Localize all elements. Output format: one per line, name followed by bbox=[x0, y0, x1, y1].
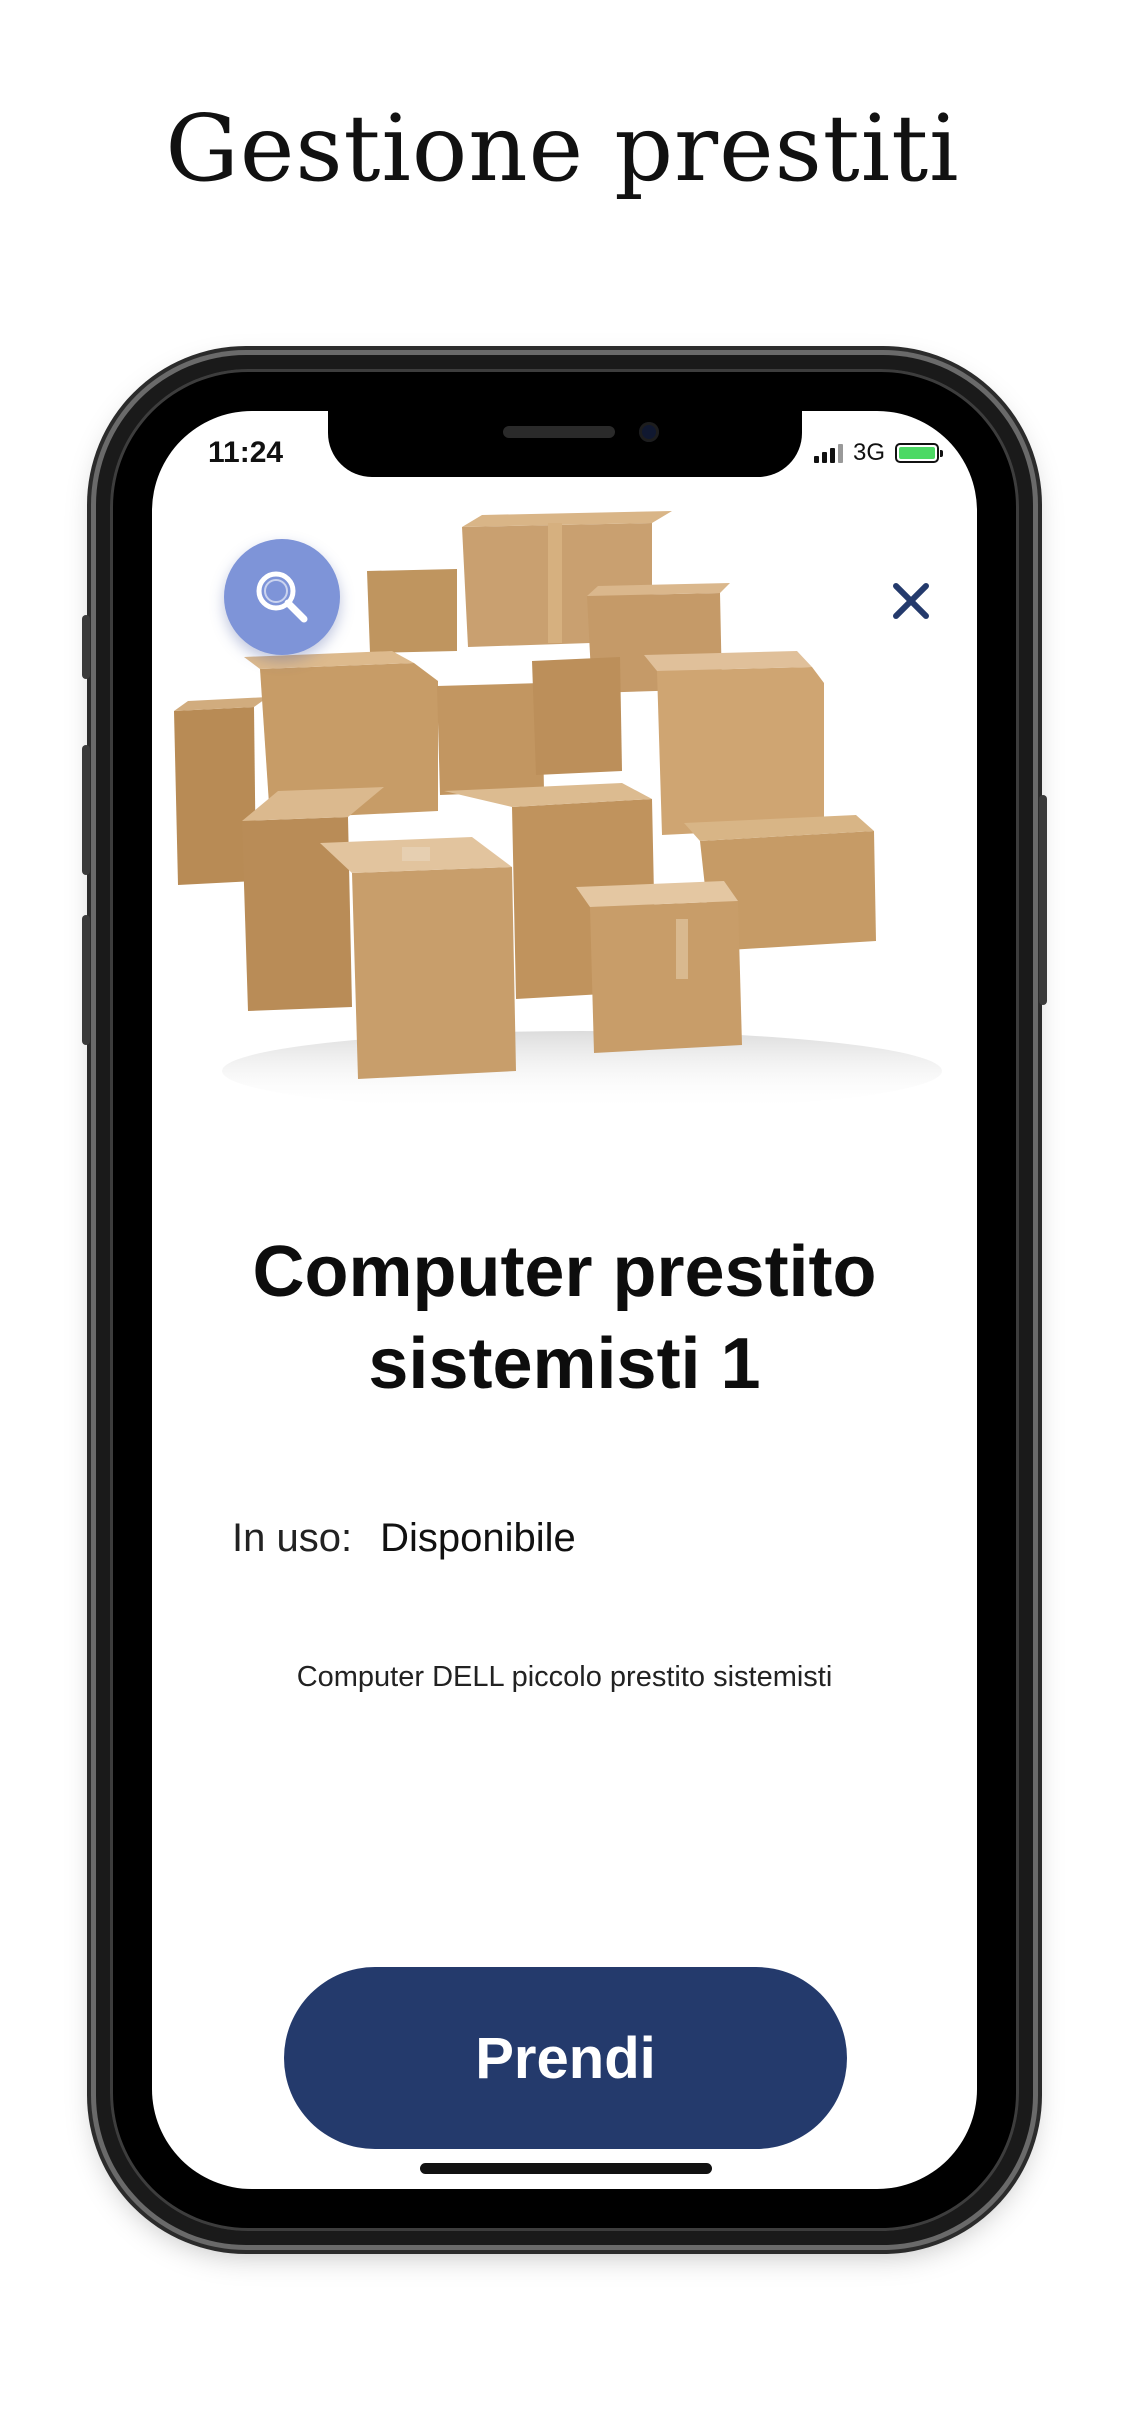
usage-status: In uso: Disponibile bbox=[232, 1516, 576, 1561]
status-indicators: 3G bbox=[813, 439, 943, 467]
close-button[interactable] bbox=[871, 561, 951, 641]
status-time: 11:24 bbox=[208, 436, 284, 469]
usage-value: Disponibile bbox=[380, 1516, 576, 1560]
notch bbox=[328, 411, 802, 477]
battery-icon bbox=[895, 443, 943, 463]
home-indicator[interactable] bbox=[420, 2163, 712, 2174]
usage-label: In uso: bbox=[232, 1516, 353, 1560]
silent-switch bbox=[82, 615, 90, 679]
close-icon bbox=[893, 583, 929, 619]
app-screen: 11:24 3G Computer prestito sistemisti 1 … bbox=[152, 411, 977, 2189]
power-button bbox=[1039, 795, 1047, 1005]
volume-up-button bbox=[82, 745, 90, 875]
search-button[interactable] bbox=[224, 539, 340, 655]
item-title: Computer prestito sistemisti 1 bbox=[152, 1226, 977, 1410]
take-button[interactable]: Prendi bbox=[284, 1967, 847, 2149]
search-icon bbox=[256, 571, 308, 623]
promo-title: Gestione prestiti bbox=[165, 95, 960, 202]
speaker bbox=[503, 426, 615, 438]
phone-frame: 11:24 3G Computer prestito sistemisti 1 … bbox=[82, 355, 1047, 2245]
signal-icon bbox=[813, 443, 843, 463]
item-description: Computer DELL piccolo prestito sistemist… bbox=[296, 1661, 833, 1693]
item-title-line-1: Computer prestito bbox=[252, 1232, 877, 1312]
network-type: 3G bbox=[852, 439, 885, 466]
item-title-line-2: sistemisti 1 bbox=[368, 1324, 761, 1404]
front-camera bbox=[639, 422, 659, 442]
volume-down-button bbox=[82, 915, 90, 1045]
